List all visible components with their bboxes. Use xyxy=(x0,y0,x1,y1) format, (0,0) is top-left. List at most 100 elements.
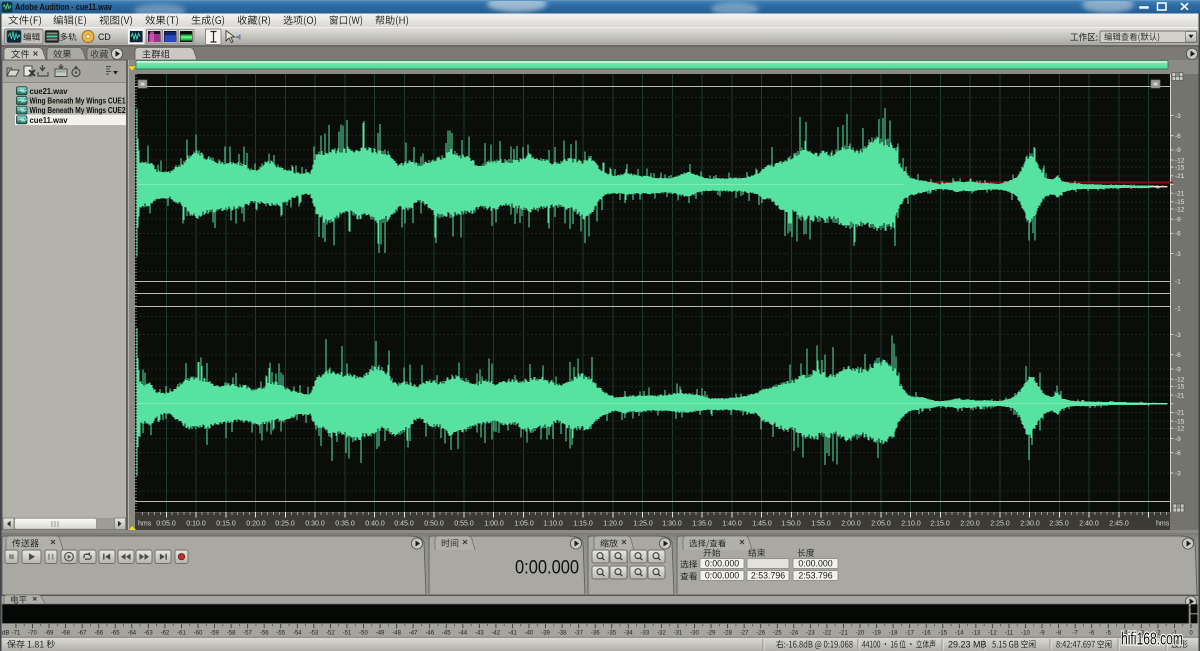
svg-text:-42: -42 xyxy=(492,630,501,636)
svg-text:-54: -54 xyxy=(293,630,302,636)
svg-text:-26: -26 xyxy=(756,630,765,636)
svg-text:-11: -11 xyxy=(1005,630,1014,636)
svg-text:-14: -14 xyxy=(955,630,964,636)
svg-text:hms: hms xyxy=(1156,521,1170,528)
svg-text:-36: -36 xyxy=(591,630,600,636)
svg-text:-6: -6 xyxy=(1175,450,1181,457)
svg-text:-16: -16 xyxy=(922,630,931,636)
svg-text:-9: -9 xyxy=(1175,366,1181,373)
svg-text:-52: -52 xyxy=(326,630,335,636)
svg-text:29.23 MB: 29.23 MB xyxy=(948,640,987,650)
svg-text:0:00.000: 0:00.000 xyxy=(515,557,579,579)
svg-text:-5: -5 xyxy=(1106,630,1112,636)
svg-text:-53: -53 xyxy=(310,630,319,636)
svg-text:-9: -9 xyxy=(1039,630,1045,636)
svg-text:1:30.0: 1:30.0 xyxy=(662,521,682,528)
svg-text:-40: -40 xyxy=(525,630,534,636)
svg-text:2:30.0: 2:30.0 xyxy=(1020,521,1040,528)
svg-text:-13: -13 xyxy=(972,630,981,636)
svg-text:-3: -3 xyxy=(1175,332,1181,339)
svg-text:-33: -33 xyxy=(641,630,650,636)
svg-text:1:10.0: 1:10.0 xyxy=(543,521,563,528)
svg-text:-12: -12 xyxy=(1175,426,1185,433)
svg-text:1:00.0: 1:00.0 xyxy=(484,521,504,528)
svg-text:CD: CD xyxy=(98,32,111,42)
svg-text:-48: -48 xyxy=(392,630,401,636)
svg-text:2:40.0: 2:40.0 xyxy=(1079,521,1099,528)
svg-text:-3: -3 xyxy=(1175,113,1181,120)
svg-text:-25: -25 xyxy=(773,630,782,636)
svg-text:-58: -58 xyxy=(227,630,236,636)
svg-text:hifi168.com: hifi168.com xyxy=(1121,629,1183,649)
svg-text:-43: -43 xyxy=(475,630,484,636)
svg-text:1:15.0: 1:15.0 xyxy=(573,521,593,528)
svg-text:-30: -30 xyxy=(690,630,699,636)
svg-text:1:50.0: 1:50.0 xyxy=(781,521,801,528)
svg-text:Wing Beneath My Wings CUE2: Wing Beneath My Wings CUE2 xyxy=(30,106,126,115)
svg-text:-6: -6 xyxy=(1089,630,1095,636)
svg-text:2:53.796: 2:53.796 xyxy=(751,571,785,581)
svg-text:-71: -71 xyxy=(12,630,21,636)
svg-text:-65: -65 xyxy=(111,630,120,636)
svg-text:hms: hms xyxy=(138,521,152,528)
svg-text:1:25.0: 1:25.0 xyxy=(633,521,653,528)
svg-text:-63: -63 xyxy=(144,630,153,636)
svg-text:dB: dB xyxy=(2,630,9,636)
svg-text:0:00.000: 0:00.000 xyxy=(705,559,739,569)
svg-text:-18: -18 xyxy=(889,630,898,636)
svg-text:-1: -1 xyxy=(1175,306,1181,313)
svg-text:-46: -46 xyxy=(425,630,434,636)
svg-text:-44: -44 xyxy=(458,630,467,636)
svg-text:-12: -12 xyxy=(988,630,997,636)
svg-text:-35: -35 xyxy=(607,630,616,636)
svg-text:0:10.0: 0:10.0 xyxy=(186,521,206,528)
svg-text:-47: -47 xyxy=(409,630,418,636)
svg-text:cue11.wav: cue11.wav xyxy=(30,116,68,125)
svg-text:0:00.000: 0:00.000 xyxy=(705,571,739,581)
svg-text:0:55.0: 0:55.0 xyxy=(454,521,474,528)
svg-text:-34: -34 xyxy=(624,630,633,636)
svg-text:-20: -20 xyxy=(856,630,865,636)
svg-text:-21: -21 xyxy=(1175,190,1185,197)
svg-text:-10: -10 xyxy=(1021,630,1030,636)
svg-text:-27: -27 xyxy=(740,630,749,636)
svg-text:1:45.0: 1:45.0 xyxy=(752,521,772,528)
svg-text:1:55.0: 1:55.0 xyxy=(811,521,831,528)
svg-text:-69: -69 xyxy=(45,630,54,636)
svg-text:0:50.0: 0:50.0 xyxy=(424,521,444,528)
svg-text:0:40.0: 0:40.0 xyxy=(365,521,385,528)
svg-text:-59: -59 xyxy=(210,630,219,636)
svg-text:0:00.000: 0:00.000 xyxy=(798,559,832,569)
svg-text:-12: -12 xyxy=(1175,157,1185,164)
svg-text:-56: -56 xyxy=(260,630,269,636)
svg-text:cue21.wav: cue21.wav xyxy=(30,87,68,96)
svg-text:0:25.0: 0:25.0 xyxy=(275,521,295,528)
svg-text:2:35.0: 2:35.0 xyxy=(1049,521,1069,528)
svg-text:-49: -49 xyxy=(376,630,385,636)
svg-text:-15: -15 xyxy=(1175,418,1185,425)
svg-text:-15: -15 xyxy=(1175,164,1185,171)
svg-text:-45: -45 xyxy=(442,630,451,636)
svg-text:-57: -57 xyxy=(243,630,252,636)
svg-text:-21: -21 xyxy=(839,630,848,636)
svg-text:-68: -68 xyxy=(61,630,70,636)
svg-text:-67: -67 xyxy=(78,630,87,636)
svg-text:2:20.0: 2:20.0 xyxy=(960,521,980,528)
svg-text:2:05.0: 2:05.0 xyxy=(871,521,891,528)
svg-text:1:35.0: 1:35.0 xyxy=(692,521,712,528)
svg-text:2:53.796: 2:53.796 xyxy=(798,571,832,581)
svg-text:-66: -66 xyxy=(94,630,103,636)
svg-text:-21: -21 xyxy=(1175,173,1185,180)
svg-text:2:25.0: 2:25.0 xyxy=(990,521,1010,528)
svg-text:-22: -22 xyxy=(823,630,832,636)
svg-text:-17: -17 xyxy=(905,630,914,636)
svg-text:-32: -32 xyxy=(657,630,666,636)
svg-text:Wing Beneath My Wings CUE1: Wing Beneath My Wings CUE1 xyxy=(30,97,126,106)
svg-text:-62: -62 xyxy=(161,630,170,636)
svg-text:1:40.0: 1:40.0 xyxy=(722,521,742,528)
svg-text:-12: -12 xyxy=(1175,377,1185,384)
svg-text:-29: -29 xyxy=(707,630,716,636)
svg-text:-31: -31 xyxy=(674,630,683,636)
svg-text:-6: -6 xyxy=(1175,352,1181,359)
svg-text:-21: -21 xyxy=(1175,410,1185,417)
